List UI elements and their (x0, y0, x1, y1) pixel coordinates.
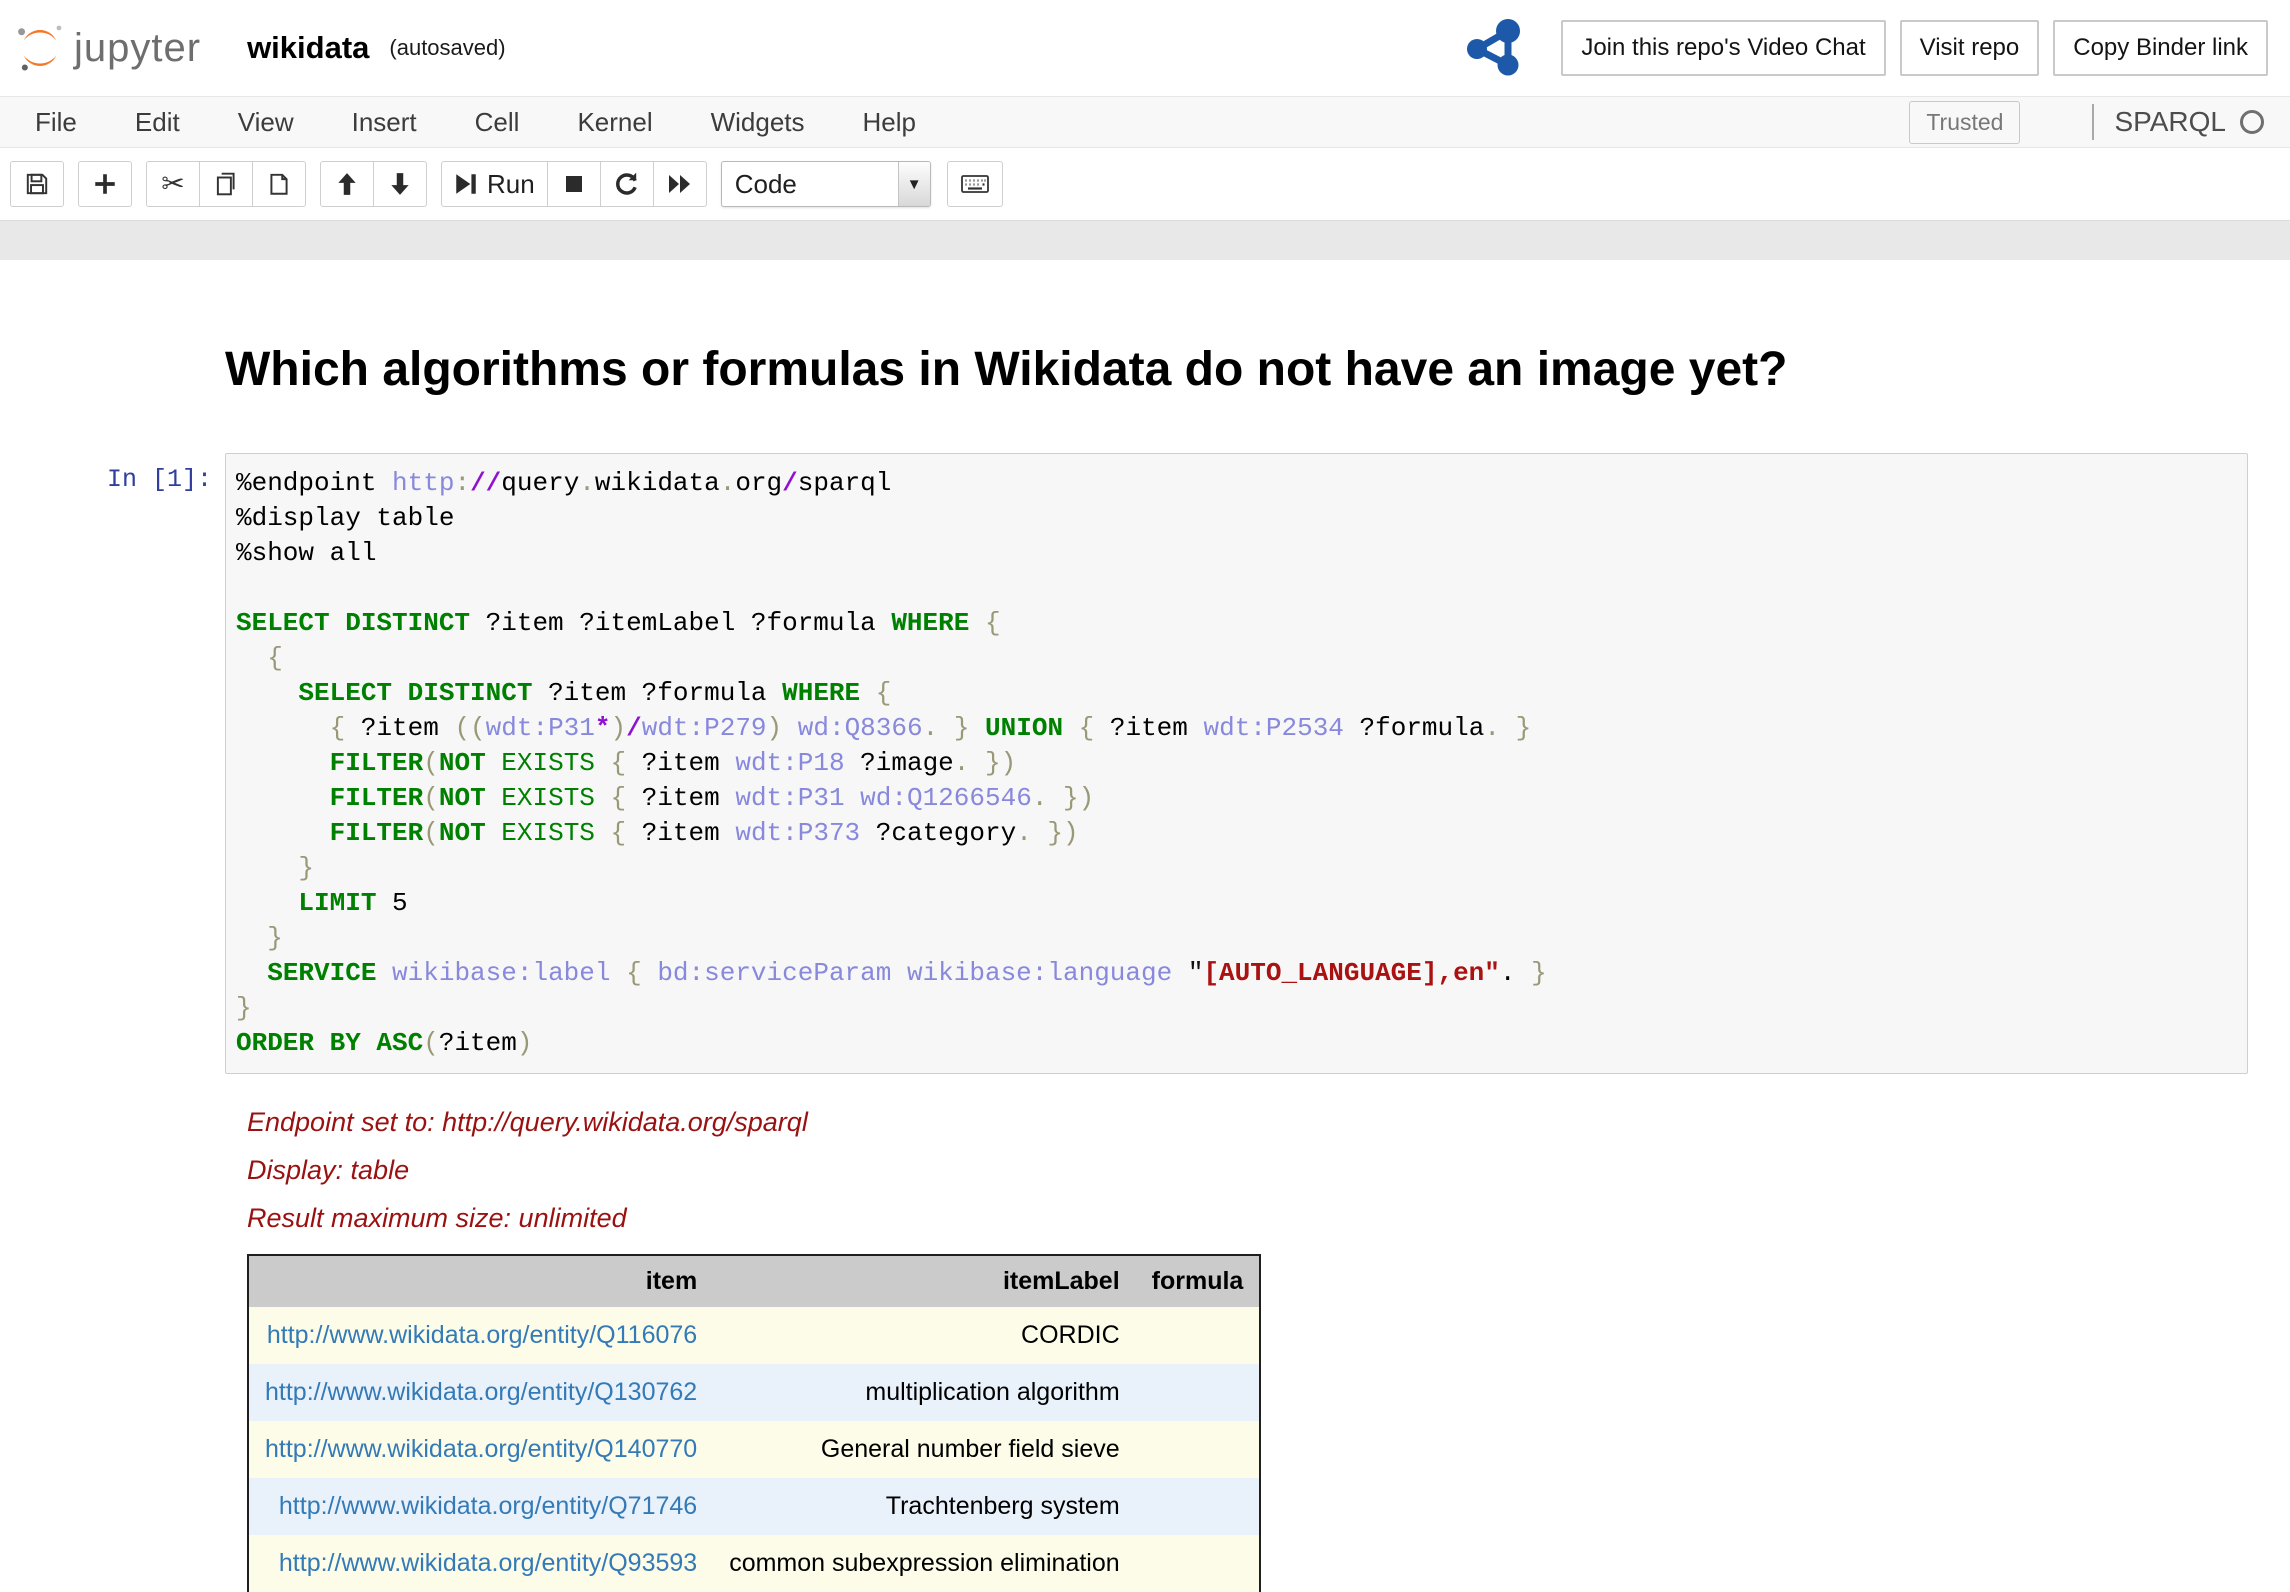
output-area: Endpoint set to: http://query.wikidata.o… (247, 1106, 2290, 1592)
keyboard-icon (960, 171, 990, 197)
restart-icon (614, 171, 640, 197)
item-link[interactable]: http://www.wikidata.org/entity/Q71746 (279, 1492, 697, 1520)
add-cell-button[interactable] (78, 161, 132, 207)
item-label-cell: multiplication algorithm (865, 1378, 1120, 1406)
restart-kernel-button[interactable] (599, 161, 654, 207)
markdown-cell[interactable]: Which algorithms or formulas in Wikidata… (0, 338, 2290, 453)
stop-icon (562, 172, 586, 196)
arrow-down-icon (387, 171, 413, 197)
plus-icon (92, 171, 118, 197)
notebook-top-band (0, 220, 2290, 260)
output-maxsize-message: Result maximum size: unlimited (247, 1203, 627, 1233)
paste-cell-button[interactable] (252, 161, 306, 207)
item-link[interactable]: http://www.wikidata.org/entity/Q93593 (279, 1549, 697, 1577)
menu-view[interactable]: View (209, 107, 323, 138)
cut-cell-button[interactable]: ✂ (146, 161, 200, 207)
item-label-cell: common subexpression elimination (729, 1549, 1120, 1577)
results-table-body: http://www.wikidata.org/entity/Q116076 CO… (248, 1307, 1261, 1592)
toolbar: ✂ Run Code ▼ (0, 148, 2290, 220)
notebook-container: Which algorithms or formulas in Wikidata… (0, 260, 2290, 1592)
visit-repo-button[interactable]: Visit repo (1899, 20, 2040, 76)
chevron-down-icon: ▼ (897, 162, 930, 206)
table-row: http://www.wikidata.org/entity/Q71746 Tra… (248, 1478, 1261, 1535)
kernel-idle-indicator-icon (2240, 110, 2264, 134)
video-chat-button[interactable]: Join this repo's Video Chat (1561, 20, 1886, 76)
table-header-row: item itemLabel formula (248, 1255, 1261, 1307)
column-header-itemlabel: itemLabel (713, 1255, 1136, 1307)
restart-run-all-button[interactable] (652, 161, 707, 207)
run-cell-button[interactable]: Run (441, 161, 548, 207)
kernel-name: SPARQL (2114, 106, 2226, 137)
save-button[interactable] (10, 161, 64, 207)
item-link[interactable]: http://www.wikidata.org/entity/Q116076 (267, 1321, 697, 1349)
formula-cell (1136, 1307, 1261, 1364)
notebook-title[interactable]: wikidata (247, 30, 369, 66)
table-row: http://www.wikidata.org/entity/Q140770 Ge… (248, 1421, 1261, 1478)
run-label: Run (487, 168, 535, 199)
copy-cell-button[interactable] (199, 161, 253, 207)
cell-type-dropdown[interactable]: Code ▼ (720, 161, 931, 207)
menu-edit[interactable]: Edit (106, 107, 209, 138)
table-row: http://www.wikidata.org/entity/Q130762 mu… (248, 1364, 1261, 1421)
item-link[interactable]: http://www.wikidata.org/entity/Q130762 (265, 1378, 697, 1406)
paste-icon (266, 171, 292, 197)
menubar-right: Trusted SPARQL (1909, 100, 2264, 144)
binder-logo-icon (1463, 19, 1525, 77)
code-editor[interactable]: %endpoint http://query.wikidata.org/spar… (225, 453, 2248, 1074)
jupyter-logo[interactable]: jupyter (14, 22, 201, 74)
command-palette-button[interactable] (946, 161, 1003, 207)
item-label-cell: Trachtenberg system (885, 1492, 1120, 1520)
move-cell-down-button[interactable] (373, 161, 427, 207)
output-display-message: Display: table (247, 1155, 410, 1185)
arrow-up-icon (334, 171, 360, 197)
fast-forward-icon (667, 172, 693, 196)
interrupt-kernel-button[interactable] (546, 161, 601, 207)
menu-cell[interactable]: Cell (446, 107, 549, 138)
table-row: http://www.wikidata.org/entity/Q93593 com… (248, 1535, 1261, 1592)
menu-widgets[interactable]: Widgets (682, 107, 834, 138)
item-label-cell: General number field sieve (820, 1435, 1120, 1463)
code-cell-prompt: In [1]: (106, 465, 212, 494)
notebook-header: jupyter wikidata (autosaved) Join this r… (0, 0, 2290, 96)
step-forward-icon (454, 171, 478, 197)
menu-file[interactable]: File (6, 107, 106, 138)
output-endpoint-message: Endpoint set to: http://query.wikidata.o… (247, 1107, 808, 1137)
results-table: item itemLabel formula http://www.wikida… (247, 1254, 1262, 1592)
trusted-button[interactable]: Trusted (1909, 100, 2021, 144)
copy-binder-link-button[interactable]: Copy Binder link (2053, 20, 2268, 76)
code-cell: In [1]: %endpoint http://query.wikidata.… (0, 453, 2290, 1074)
kernel-divider (2092, 104, 2095, 140)
formula-cell (1136, 1421, 1261, 1478)
column-header-item: item (248, 1255, 714, 1307)
page-title: Which algorithms or formulas in Wikidata… (225, 343, 1788, 396)
copy-icon (213, 171, 239, 197)
save-icon (24, 171, 50, 197)
jupyter-logo-icon (14, 22, 66, 74)
menu-help[interactable]: Help (834, 107, 945, 138)
autosave-status: (autosaved) (389, 35, 506, 60)
column-header-formula: formula (1135, 1255, 1261, 1307)
move-cell-up-button[interactable] (320, 161, 374, 207)
menu-insert[interactable]: Insert (323, 107, 446, 138)
cell-type-value: Code (734, 168, 797, 199)
menu-kernel[interactable]: Kernel (548, 107, 681, 138)
item-link[interactable]: http://www.wikidata.org/entity/Q140770 (265, 1435, 697, 1463)
markdown-cell-prompt (0, 338, 225, 453)
formula-cell (1136, 1535, 1261, 1592)
formula-cell (1136, 1478, 1261, 1535)
table-row: http://www.wikidata.org/entity/Q116076 CO… (248, 1307, 1261, 1364)
formula-cell (1136, 1364, 1261, 1421)
scissors-icon: ✂ (161, 168, 185, 199)
jupyter-logo-text: jupyter (74, 25, 202, 70)
menubar: File Edit View Insert Cell Kernel Widget… (0, 96, 2290, 148)
item-label-cell: CORDIC (1021, 1321, 1120, 1349)
